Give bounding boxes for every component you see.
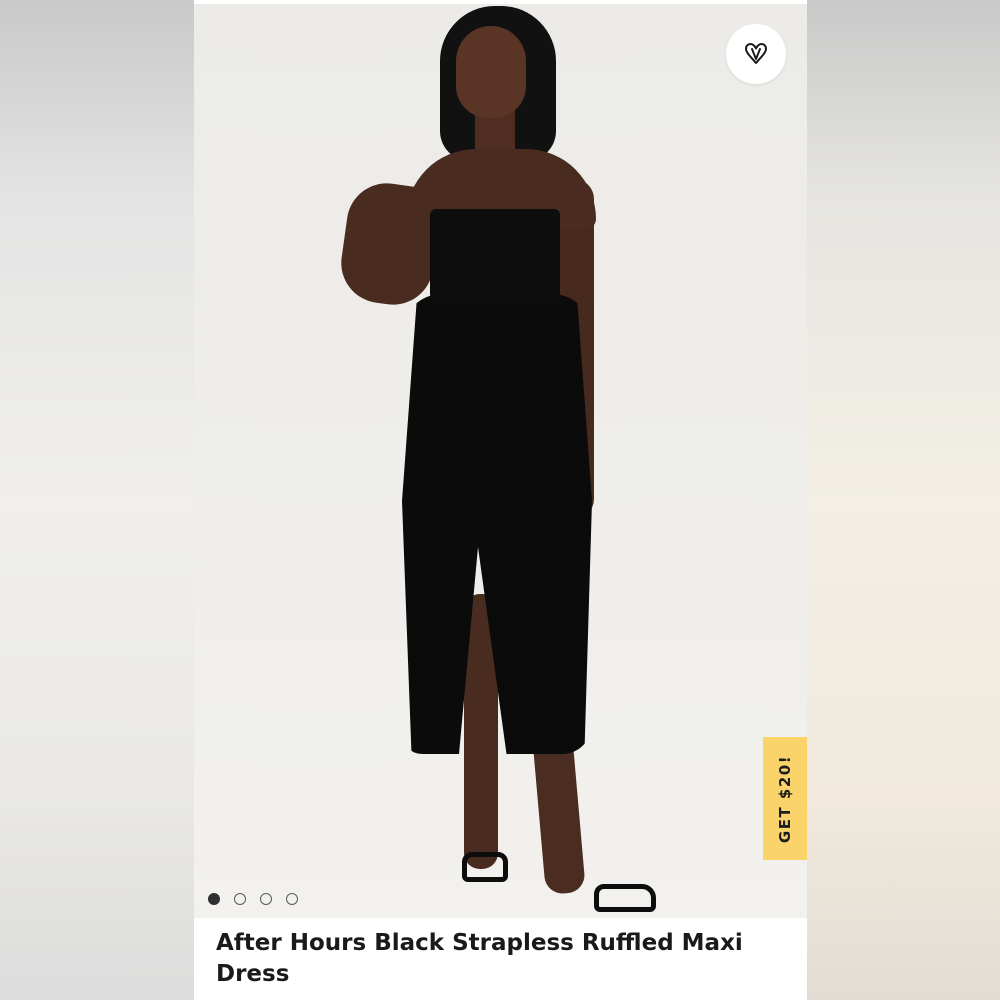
carousel-dot[interactable] (260, 893, 272, 905)
dress-skirt (402, 294, 592, 754)
product-title: After Hours Black Strapless Ruffled Maxi… (216, 930, 743, 987)
product-screen: GET $20! After Hours Black Strapless Ruf… (194, 0, 807, 1000)
model-face (456, 26, 526, 118)
model-arm (336, 178, 444, 310)
carousel-dot[interactable] (234, 893, 246, 905)
shoe (462, 852, 508, 882)
shoe (594, 884, 656, 912)
carousel-dot[interactable] (286, 893, 298, 905)
promo-get-20-tab[interactable]: GET $20! (763, 737, 807, 860)
background-left-blur (0, 0, 194, 1000)
promo-label: GET $20! (776, 754, 795, 843)
carousel-dot[interactable] (208, 893, 220, 905)
product-title-area: After Hours Black Strapless Ruffled Maxi… (194, 918, 807, 1000)
product-image (194, 4, 807, 918)
background-right-blur (807, 0, 1000, 1000)
dress-bodice (430, 209, 560, 304)
heart-v-icon (745, 43, 767, 64)
product-image-carousel[interactable]: GET $20! (194, 4, 807, 918)
favorite-button[interactable] (726, 24, 786, 84)
carousel-pagination (208, 893, 298, 905)
